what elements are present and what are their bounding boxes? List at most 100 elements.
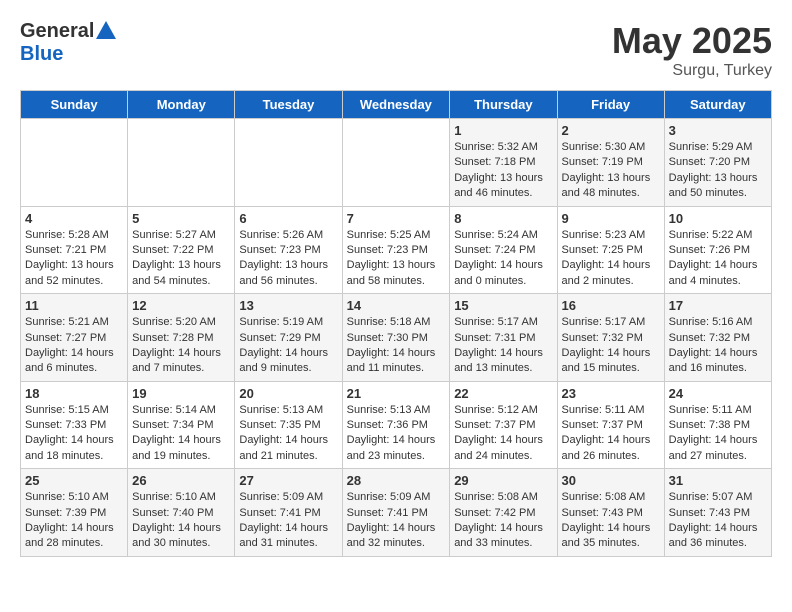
calendar-cell: 18 Sunrise: 5:15 AM Sunset: 7:33 PM Dayli… bbox=[21, 381, 128, 469]
cell-content: Sunrise: 5:11 AM Sunset: 7:38 PM Dayligh… bbox=[669, 403, 767, 465]
day-number: 22 bbox=[454, 386, 552, 401]
cell-content: Sunrise: 5:08 AM Sunset: 7:43 PM Dayligh… bbox=[562, 490, 660, 552]
day-number: 3 bbox=[669, 123, 767, 138]
calendar-cell: 21Sunrise: 5:13 AM Sunset: 7:36 PM Dayli… bbox=[342, 381, 450, 469]
calendar-cell: 23 Sunrise: 5:11 AM Sunset: 7:37 PM Dayli… bbox=[557, 381, 664, 469]
day-number: 4 bbox=[25, 211, 123, 226]
calendar-cell bbox=[128, 119, 235, 207]
cell-content: Sunrise: 5:12 AM Sunset: 7:37 PM Dayligh… bbox=[454, 403, 552, 465]
calendar-cell: 3 Sunrise: 5:29 AM Sunset: 7:20 PM Daylig… bbox=[664, 119, 771, 207]
cell-content: Sunrise: 5:24 AM Sunset: 7:24 PM Dayligh… bbox=[454, 228, 552, 290]
calendar-cell: 11Sunrise: 5:21 AM Sunset: 7:27 PM Dayli… bbox=[21, 294, 128, 382]
calendar-cell: 24 Sunrise: 5:11 AM Sunset: 7:38 PM Dayli… bbox=[664, 381, 771, 469]
calendar-table: SundayMondayTuesdayWednesdayThursdayFrid… bbox=[20, 90, 772, 557]
cell-content: Sunrise: 5:18 AM Sunset: 7:30 PM Dayligh… bbox=[347, 315, 446, 377]
cell-content: Sunrise: 5:15 AM Sunset: 7:33 PM Dayligh… bbox=[25, 403, 123, 465]
calendar-cell: 13 Sunrise: 5:19 AM Sunset: 7:29 PM Dayli… bbox=[235, 294, 342, 382]
calendar-cell: 12 Sunrise: 5:20 AM Sunset: 7:28 PM Dayli… bbox=[128, 294, 235, 382]
cell-content: Sunrise: 5:26 AM Sunset: 7:23 PM Dayligh… bbox=[239, 228, 337, 290]
day-header-tuesday: Tuesday bbox=[235, 91, 342, 119]
cell-content: Sunrise: 5:29 AM Sunset: 7:20 PM Dayligh… bbox=[669, 140, 767, 202]
day-number: 30 bbox=[562, 473, 660, 488]
cell-content: Sunrise: 5:11 AM Sunset: 7:37 PM Dayligh… bbox=[562, 403, 660, 465]
day-number: 13 bbox=[239, 298, 337, 313]
calendar-week-3: 11Sunrise: 5:21 AM Sunset: 7:27 PM Dayli… bbox=[21, 294, 772, 382]
day-number: 25 bbox=[25, 473, 123, 488]
calendar-cell: 19 Sunrise: 5:14 AM Sunset: 7:34 PM Dayli… bbox=[128, 381, 235, 469]
calendar-week-2: 4 Sunrise: 5:28 AM Sunset: 7:21 PM Daylig… bbox=[21, 206, 772, 294]
cell-content: Sunrise: 5:20 AM Sunset: 7:28 PM Dayligh… bbox=[132, 315, 230, 377]
calendar-cell: 22 Sunrise: 5:12 AM Sunset: 7:37 PM Dayli… bbox=[450, 381, 557, 469]
cell-content: Sunrise: 5:14 AM Sunset: 7:34 PM Dayligh… bbox=[132, 403, 230, 465]
day-number: 1 bbox=[454, 123, 552, 138]
logo: General Blue bbox=[20, 20, 116, 66]
day-number: 14 bbox=[347, 298, 446, 313]
cell-content: Sunrise: 5:32 AM Sunset: 7:18 PM Dayligh… bbox=[454, 140, 552, 202]
day-header-wednesday: Wednesday bbox=[342, 91, 450, 119]
calendar-cell: 26 Sunrise: 5:10 AM Sunset: 7:40 PM Dayli… bbox=[128, 469, 235, 557]
page-header: General Blue May 2025 Surgu, Turkey bbox=[20, 20, 772, 80]
cell-content: Sunrise: 5:10 AM Sunset: 7:39 PM Dayligh… bbox=[25, 490, 123, 552]
cell-content: Sunrise: 5:16 AM Sunset: 7:32 PM Dayligh… bbox=[669, 315, 767, 377]
calendar-cell: 30 Sunrise: 5:08 AM Sunset: 7:43 PM Dayli… bbox=[557, 469, 664, 557]
day-number: 17 bbox=[669, 298, 767, 313]
cell-content: Sunrise: 5:28 AM Sunset: 7:21 PM Dayligh… bbox=[25, 228, 123, 290]
calendar-header-row: SundayMondayTuesdayWednesdayThursdayFrid… bbox=[21, 91, 772, 119]
calendar-cell: 25 Sunrise: 5:10 AM Sunset: 7:39 PM Dayli… bbox=[21, 469, 128, 557]
cell-content: Sunrise: 5:23 AM Sunset: 7:25 PM Dayligh… bbox=[562, 228, 660, 290]
day-number: 12 bbox=[132, 298, 230, 313]
day-number: 11 bbox=[25, 298, 123, 313]
day-header-sunday: Sunday bbox=[21, 91, 128, 119]
day-number: 10 bbox=[669, 211, 767, 226]
calendar-cell: 20 Sunrise: 5:13 AM Sunset: 7:35 PM Dayli… bbox=[235, 381, 342, 469]
day-number: 21 bbox=[347, 386, 446, 401]
cell-content: Sunrise: 5:09 AM Sunset: 7:41 PM Dayligh… bbox=[239, 490, 337, 552]
calendar-cell: 29Sunrise: 5:08 AM Sunset: 7:42 PM Dayli… bbox=[450, 469, 557, 557]
calendar-cell: 4 Sunrise: 5:28 AM Sunset: 7:21 PM Daylig… bbox=[21, 206, 128, 294]
day-number: 23 bbox=[562, 386, 660, 401]
day-number: 19 bbox=[132, 386, 230, 401]
day-number: 31 bbox=[669, 473, 767, 488]
day-number: 9 bbox=[562, 211, 660, 226]
cell-content: Sunrise: 5:09 AM Sunset: 7:41 PM Dayligh… bbox=[347, 490, 446, 552]
calendar-week-1: 1 Sunrise: 5:32 AM Sunset: 7:18 PM Daylig… bbox=[21, 119, 772, 207]
day-number: 24 bbox=[669, 386, 767, 401]
day-number: 20 bbox=[239, 386, 337, 401]
day-number: 5 bbox=[132, 211, 230, 226]
location-subtitle: Surgu, Turkey bbox=[612, 62, 772, 80]
calendar-cell bbox=[235, 119, 342, 207]
calendar-cell: 7Sunrise: 5:25 AM Sunset: 7:23 PM Daylig… bbox=[342, 206, 450, 294]
day-number: 18 bbox=[25, 386, 123, 401]
day-number: 7 bbox=[347, 211, 446, 226]
calendar-week-4: 18 Sunrise: 5:15 AM Sunset: 7:33 PM Dayli… bbox=[21, 381, 772, 469]
calendar-cell: 17 Sunrise: 5:16 AM Sunset: 7:32 PM Dayli… bbox=[664, 294, 771, 382]
day-number: 26 bbox=[132, 473, 230, 488]
logo-blue-text: Blue bbox=[20, 43, 63, 66]
cell-content: Sunrise: 5:13 AM Sunset: 7:35 PM Dayligh… bbox=[239, 403, 337, 465]
calendar-cell: 9 Sunrise: 5:23 AM Sunset: 7:25 PM Daylig… bbox=[557, 206, 664, 294]
cell-content: Sunrise: 5:30 AM Sunset: 7:19 PM Dayligh… bbox=[562, 140, 660, 202]
cell-content: Sunrise: 5:07 AM Sunset: 7:43 PM Dayligh… bbox=[669, 490, 767, 552]
calendar-cell: 5Sunrise: 5:27 AM Sunset: 7:22 PM Daylig… bbox=[128, 206, 235, 294]
cell-content: Sunrise: 5:22 AM Sunset: 7:26 PM Dayligh… bbox=[669, 228, 767, 290]
calendar-cell: 28 Sunrise: 5:09 AM Sunset: 7:41 PM Dayli… bbox=[342, 469, 450, 557]
calendar-cell bbox=[342, 119, 450, 207]
calendar-cell: 15Sunrise: 5:17 AM Sunset: 7:31 PM Dayli… bbox=[450, 294, 557, 382]
calendar-cell: 8 Sunrise: 5:24 AM Sunset: 7:24 PM Daylig… bbox=[450, 206, 557, 294]
cell-content: Sunrise: 5:17 AM Sunset: 7:31 PM Dayligh… bbox=[454, 315, 552, 377]
calendar-cell: 2 Sunrise: 5:30 AM Sunset: 7:19 PM Daylig… bbox=[557, 119, 664, 207]
month-year-title: May 2025 bbox=[612, 20, 772, 62]
title-block: May 2025 Surgu, Turkey bbox=[612, 20, 772, 80]
calendar-cell: 16Sunrise: 5:17 AM Sunset: 7:32 PM Dayli… bbox=[557, 294, 664, 382]
calendar-cell: 27Sunrise: 5:09 AM Sunset: 7:41 PM Dayli… bbox=[235, 469, 342, 557]
day-number: 8 bbox=[454, 211, 552, 226]
day-header-saturday: Saturday bbox=[664, 91, 771, 119]
day-number: 28 bbox=[347, 473, 446, 488]
day-number: 2 bbox=[562, 123, 660, 138]
calendar-cell: 14 Sunrise: 5:18 AM Sunset: 7:30 PM Dayli… bbox=[342, 294, 450, 382]
cell-content: Sunrise: 5:19 AM Sunset: 7:29 PM Dayligh… bbox=[239, 315, 337, 377]
calendar-cell: 10 Sunrise: 5:22 AM Sunset: 7:26 PM Dayli… bbox=[664, 206, 771, 294]
calendar-cell: 6Sunrise: 5:26 AM Sunset: 7:23 PM Daylig… bbox=[235, 206, 342, 294]
cell-content: Sunrise: 5:10 AM Sunset: 7:40 PM Dayligh… bbox=[132, 490, 230, 552]
day-number: 16 bbox=[562, 298, 660, 313]
